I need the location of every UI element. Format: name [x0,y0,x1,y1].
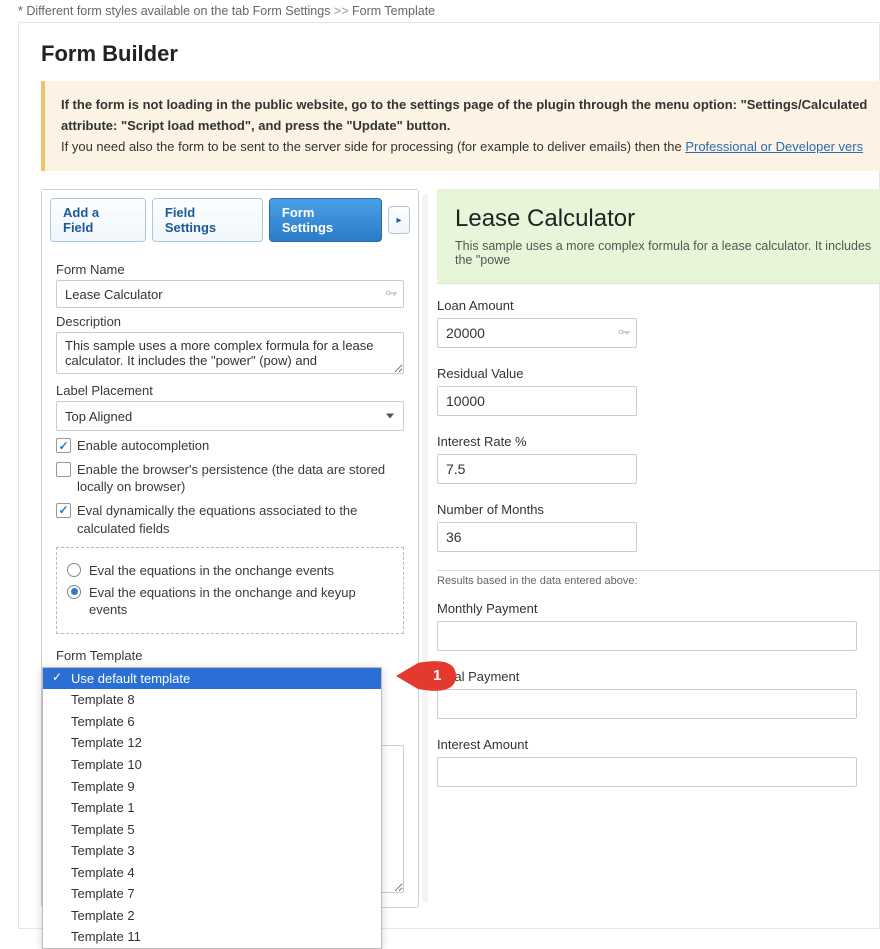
radio-onchange-label: Eval the equations in the onchange event… [89,562,334,580]
tabs-next-arrow[interactable]: ▸ [388,206,410,234]
form-template-label: Form Template [56,648,404,663]
preview-subtitle: This sample uses a more complex formula … [455,239,880,267]
checkbox-persistence-label: Enable the browser's persistence (the da… [77,461,404,496]
template-option[interactable]: Use default template [43,668,381,690]
total-payment-label: Total Payment [437,669,880,684]
months-label: Number of Months [437,502,880,517]
template-option[interactable]: Template 12 [43,732,381,754]
template-option[interactable]: Template 5 [43,819,381,841]
radio-onchange[interactable] [67,563,81,577]
monthly-payment-output[interactable] [437,621,857,651]
checkbox-autocomplete-label: Enable autocompletion [77,437,209,455]
residual-value-input[interactable] [437,386,637,416]
template-option[interactable]: Template 1 [43,797,381,819]
notice-line1b: attribute: "Script load method", and pre… [61,118,450,133]
form-name-input[interactable] [56,280,404,308]
template-option[interactable]: Template 3 [43,840,381,862]
description-textarea[interactable]: This sample uses a more complex formula … [56,332,404,374]
page-title: Form Builder [19,23,879,81]
tab-field-settings[interactable]: Field Settings [152,198,263,242]
checkbox-eval-dynamic-label: Eval dynamically the equations associate… [77,502,404,537]
results-note: Results based in the data entered above: [437,570,880,587]
template-option[interactable]: Template 8 [43,689,381,711]
autofill-key-icon [617,326,631,340]
template-option[interactable]: Template 10 [43,754,381,776]
months-input[interactable] [437,522,637,552]
template-option[interactable]: Template 4 [43,862,381,884]
checkbox-eval-dynamic[interactable] [56,503,71,518]
monthly-payment-label: Monthly Payment [437,601,880,616]
template-option[interactable]: Template 9 [43,776,381,798]
tab-add-field[interactable]: Add a Field [50,198,146,242]
interest-rate-label: Interest Rate % [437,434,880,449]
interest-rate-input[interactable] [437,454,637,484]
label-placement-label: Label Placement [56,383,404,398]
total-payment-output[interactable] [437,689,857,719]
notice-banner: If the form is not loading in the public… [41,81,880,171]
form-template-dropdown-list: Use default templateTemplate 8Template 6… [42,667,382,949]
tabs: Add a Field Field Settings Form Settings… [42,190,418,242]
notice-line1a: If the form is not loading in the public… [61,97,867,112]
residual-value-label: Residual Value [437,366,880,381]
loan-amount-label: Loan Amount [437,298,880,313]
interest-amount-output[interactable] [437,757,857,787]
form-name-label: Form Name [56,262,404,277]
checkbox-persistence[interactable] [56,462,71,477]
form-preview: Lease Calculator This sample uses a more… [437,189,879,907]
autofill-key-icon [384,287,398,301]
notice-line2-pre: If you need also the form to be sent to … [61,139,685,154]
radio-onchange-keyup-label: Eval the equations in the onchange and k… [89,584,393,619]
template-option[interactable]: Template 11 [43,926,381,948]
notice-upgrade-link[interactable]: Professional or Developer vers [685,139,863,154]
preview-title: Lease Calculator [455,205,880,233]
interest-amount-label: Interest Amount [437,737,880,752]
settings-panel: Add a Field Field Settings Form Settings… [41,189,419,907]
top-hint: * Different form styles available on the… [0,0,880,22]
label-placement-select[interactable]: Top Aligned [56,401,404,431]
template-option[interactable]: Template 2 [43,905,381,927]
scrollbar[interactable] [422,194,428,902]
loan-amount-input[interactable] [437,318,637,348]
template-option[interactable]: Template 6 [43,711,381,733]
checkbox-autocomplete[interactable] [56,438,71,453]
callout-1: 1 [396,661,456,691]
preview-header: Lease Calculator This sample uses a more… [437,189,880,284]
page-container: Form Builder If the form is not loading … [18,22,880,929]
template-option[interactable]: Template 7 [43,883,381,905]
tab-form-settings[interactable]: Form Settings [269,198,382,242]
radio-onchange-keyup[interactable] [67,585,81,599]
eval-radio-group: Eval the equations in the onchange event… [56,547,404,634]
description-label: Description [56,314,404,329]
